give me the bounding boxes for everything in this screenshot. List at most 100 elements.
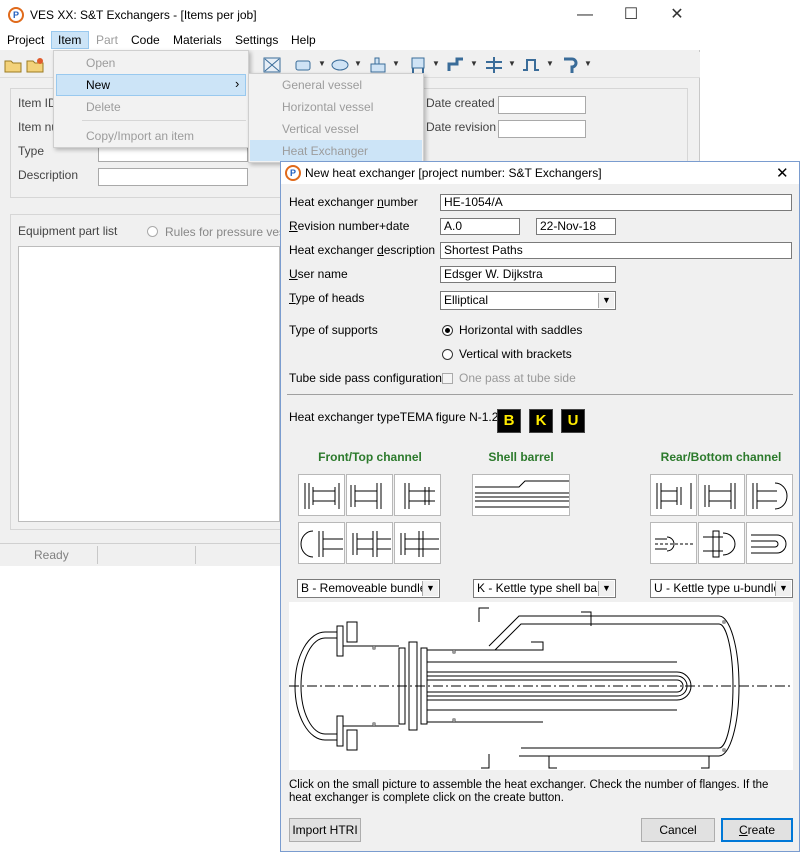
radio-vertical-brackets[interactable]: [442, 349, 453, 360]
hx-number-label: Heat exchanger number: [289, 195, 418, 209]
pipe-tool-icon[interactable]: [446, 55, 466, 75]
cancel-button[interactable]: Cancel: [641, 818, 715, 842]
rules-label: Rules for pressure vesse: [165, 225, 298, 239]
create-button[interactable]: Create: [721, 818, 793, 842]
chevron-down-icon[interactable]: ▼: [598, 293, 614, 308]
radio-horizontal-saddles[interactable]: [442, 325, 453, 336]
description-input[interactable]: Shortest Paths: [440, 242, 792, 259]
description-field[interactable]: [98, 168, 248, 186]
front-channel-f-thumb[interactable]: [394, 522, 441, 564]
menu-materials[interactable]: Materials: [173, 33, 222, 47]
date-created-label: Date created: [426, 96, 495, 110]
front-channel-d-thumb[interactable]: [298, 522, 345, 564]
rear-channel-f-thumb[interactable]: [746, 522, 793, 564]
new-menu-highlight: [56, 74, 246, 96]
chevron-down-icon[interactable]: ▼: [775, 581, 791, 596]
assembly-drawing: [289, 602, 793, 770]
item-id-label: Item ID: [18, 96, 57, 110]
new-folder-icon[interactable]: [25, 55, 45, 75]
chevron-down-icon[interactable]: ▼: [422, 581, 438, 596]
cylinder-tool-icon[interactable]: [294, 55, 314, 75]
nozzle-tool-icon[interactable]: [368, 55, 388, 75]
equipment-list[interactable]: [18, 246, 280, 522]
date-revision-field[interactable]: [498, 120, 586, 138]
date-created-field[interactable]: [498, 96, 586, 114]
menu-project[interactable]: Project: [7, 33, 44, 47]
minimize-button[interactable]: —: [562, 0, 608, 30]
revision-number-input[interactable]: A.0: [440, 218, 520, 235]
menu-copy-import[interactable]: Copy/Import an item: [86, 129, 194, 143]
app-logo-icon: P: [8, 7, 24, 23]
maximize-button[interactable]: ☐: [608, 0, 654, 30]
chevron-down-icon[interactable]: ▼: [584, 59, 592, 71]
chevron-down-icon[interactable]: ▼: [318, 59, 326, 71]
front-channel-heading: Front/Top channel: [318, 450, 422, 464]
shell-barrel-select[interactable]: K - Kettle type shell barrel ▼: [473, 579, 616, 598]
submenu-heat-exchanger[interactable]: Heat Exchanger: [282, 144, 368, 158]
exchanger-tool-icon[interactable]: [262, 55, 282, 75]
divider: [287, 394, 793, 395]
user-name-input[interactable]: Edsger W. Dijkstra: [440, 266, 616, 283]
chevron-down-icon[interactable]: ▼: [508, 59, 516, 71]
expansion-tool-icon[interactable]: [521, 55, 541, 75]
front-channel-e-thumb[interactable]: [346, 522, 393, 564]
tube-side-label: Tube side pass configuration: [289, 371, 442, 385]
help-text: Click on the small picture to assemble t…: [289, 779, 769, 804]
revision-date-input[interactable]: 22-Nov-18: [536, 218, 616, 235]
hx-number-input[interactable]: HE-1054/A: [440, 194, 792, 211]
chevron-down-icon[interactable]: ▼: [546, 59, 554, 71]
submenu-horizontal-vessel[interactable]: Horizontal vessel: [282, 100, 373, 114]
menu-settings[interactable]: Settings: [235, 33, 278, 47]
menu-help[interactable]: Help: [291, 33, 316, 47]
front-channel-select[interactable]: B - Removeable bundle ▼: [297, 579, 440, 598]
type-label: Type: [18, 144, 45, 158]
rear-channel-c-thumb[interactable]: [746, 474, 793, 516]
rear-channel-select[interactable]: U - Kettle type u-bundle ▼: [650, 579, 793, 598]
shell-barrel-heading: Shell barrel: [488, 450, 554, 464]
one-pass-checkbox[interactable]: [442, 373, 453, 384]
support-tool-icon[interactable]: [408, 55, 428, 75]
menu-new[interactable]: New: [86, 78, 110, 92]
menu-part[interactable]: Part: [96, 33, 118, 47]
menu-delete[interactable]: Delete: [86, 100, 121, 114]
front-channel-c-thumb[interactable]: [394, 474, 441, 516]
heads-label: Type of heads: [289, 291, 365, 305]
rear-channel-heading: Rear/Bottom channel: [660, 450, 782, 464]
description-label: Description: [18, 168, 79, 182]
chevron-down-icon[interactable]: ▼: [432, 59, 440, 71]
chevron-down-icon[interactable]: ▼: [470, 59, 478, 71]
chevron-down-icon[interactable]: ▼: [354, 59, 362, 71]
import-htri-button[interactable]: Import HTRI: [289, 818, 361, 842]
bend-tool-icon[interactable]: [560, 55, 580, 75]
tema-label: Heat exchanger typeTEMA figure N-1.2: [289, 410, 499, 424]
rear-channel-b-thumb[interactable]: [698, 474, 745, 516]
submenu-general-vessel[interactable]: General vessel: [282, 78, 362, 92]
rear-channel-e-thumb[interactable]: [698, 522, 745, 564]
heads-select[interactable]: Elliptical ▼: [440, 291, 616, 310]
one-pass-label: One pass at tube side: [459, 371, 576, 385]
heads-select-value: Elliptical: [444, 293, 489, 307]
menu-code[interactable]: Code: [131, 33, 160, 47]
submenu-vertical-vessel[interactable]: Vertical vessel: [282, 122, 359, 136]
front-channel-b-thumb[interactable]: [346, 474, 393, 516]
close-button[interactable]: ✕: [654, 0, 700, 30]
open-folder-icon[interactable]: [3, 55, 23, 75]
dialog-logo-icon: P: [285, 165, 301, 181]
window-title: VES XX: S&T Exchangers - [Items per job]: [30, 8, 257, 22]
dialog-close-button[interactable]: ✕: [776, 164, 789, 182]
chevron-down-icon[interactable]: ▼: [392, 59, 400, 71]
flange-tool-icon[interactable]: [484, 55, 504, 75]
description-label: Heat exchanger description: [289, 243, 436, 257]
menu-item[interactable]: Item: [58, 33, 81, 47]
tema-front-letter: B: [497, 409, 521, 433]
head-tool-icon[interactable]: [330, 55, 350, 75]
rear-channel-d-thumb[interactable]: [650, 522, 697, 564]
rear-channel-select-value: U - Kettle type u-bundle: [654, 581, 781, 595]
rules-radio[interactable]: [147, 226, 158, 237]
menu-open[interactable]: Open: [86, 56, 115, 70]
horizontal-saddles-label: Horizontal with saddles: [459, 323, 583, 337]
front-channel-a-thumb[interactable]: [298, 474, 345, 516]
rear-channel-a-thumb[interactable]: [650, 474, 697, 516]
shell-barrel-thumb[interactable]: [472, 474, 570, 516]
chevron-down-icon[interactable]: ▼: [598, 581, 614, 596]
